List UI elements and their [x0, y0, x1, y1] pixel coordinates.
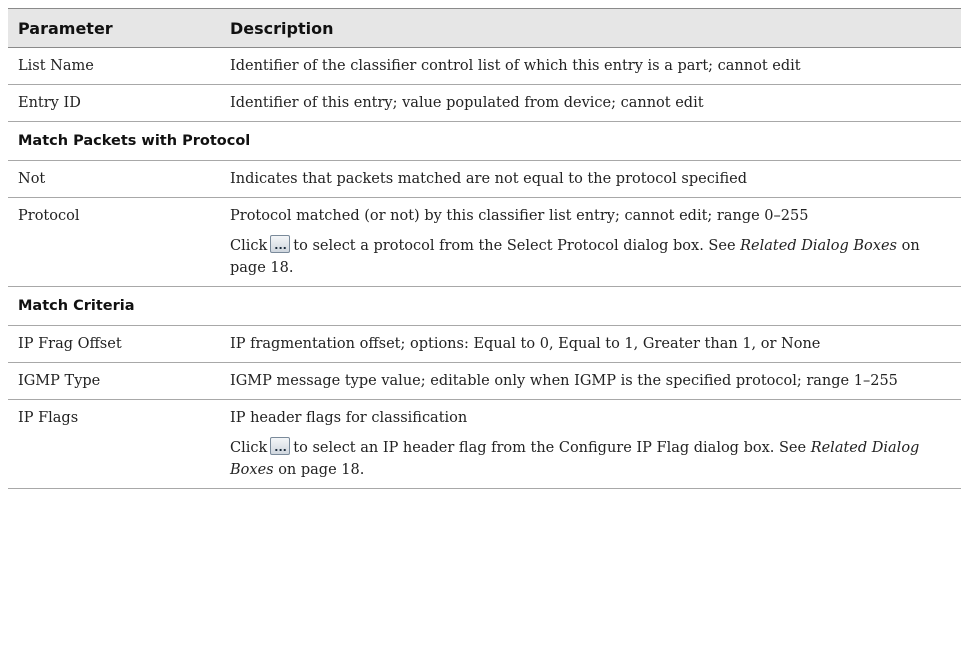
param-cell: Protocol — [18, 208, 80, 224]
instruction-text: to select a protocol from the Select Pro… — [293, 238, 741, 254]
period-text: . — [288, 260, 294, 276]
table-row: IGMP Type IGMP message type value; edita… — [8, 362, 961, 400]
section-row: Match Criteria — [8, 286, 961, 326]
section-heading: Match Criteria — [8, 286, 961, 326]
param-cell: List Name — [8, 47, 220, 85]
empty-cell — [8, 231, 220, 287]
desc-cell: Protocol matched (or not) by this classi… — [230, 208, 809, 224]
table-row-continuation: Click to select an IP header flag from th… — [8, 433, 961, 489]
desc-cell: IP fragmentation offset; options: Equal … — [220, 325, 961, 363]
cross-reference[interactable]: Related Dialog Boxes — [740, 238, 897, 254]
desc-cell-extra: Click to select an IP header flag from th… — [220, 433, 961, 489]
param-cell: Not — [8, 160, 220, 198]
empty-cell — [8, 433, 220, 489]
click-text: Click — [230, 440, 268, 456]
desc-cell: IP header flags for classification — [230, 410, 468, 426]
click-text: Click — [230, 238, 268, 254]
header-description: Description — [220, 8, 961, 48]
table-row-continuation: Click to select a protocol from the Selec… — [8, 231, 961, 287]
ellipsis-button-icon — [270, 235, 291, 253]
period-text: . — [359, 462, 365, 478]
header-parameter: Parameter — [8, 8, 220, 48]
section-row: Match Packets with Protocol — [8, 121, 961, 161]
param-cell: Entry ID — [8, 84, 220, 122]
table-header-row: Parameter Description — [8, 8, 961, 48]
param-cell: IP Flags — [18, 410, 79, 426]
table-row: IP Frag Offset IP fragmentation offset; … — [8, 325, 961, 363]
table-row: Entry ID Identifier of this entry; value… — [8, 84, 961, 122]
ellipsis-button-icon — [270, 437, 291, 455]
desc-cell: Identifier of this entry; value populate… — [220, 84, 961, 122]
desc-cell: Indicates that packets matched are not e… — [220, 160, 961, 198]
param-cell: IP Frag Offset — [8, 325, 220, 363]
table-row: Not Indicates that packets matched are n… — [8, 160, 961, 198]
page-reference[interactable]: on page 18 — [274, 462, 360, 478]
table-row: List Name Identifier of the classifier c… — [8, 47, 961, 85]
table-row: IP Flags IP header flags for classificat… — [8, 400, 961, 434]
desc-cell-extra: Click to select a protocol from the Selec… — [220, 231, 961, 287]
desc-cell: IGMP message type value; editable only w… — [220, 362, 961, 400]
parameter-table: Parameter Description List Name Identifi… — [8, 8, 961, 489]
instruction-text: to select an IP header flag from the Con… — [293, 440, 811, 456]
section-heading: Match Packets with Protocol — [8, 121, 961, 161]
desc-cell: Identifier of the classifier control lis… — [220, 47, 961, 85]
table-row: Protocol Protocol matched (or not) by th… — [8, 198, 961, 232]
param-cell: IGMP Type — [8, 362, 220, 400]
